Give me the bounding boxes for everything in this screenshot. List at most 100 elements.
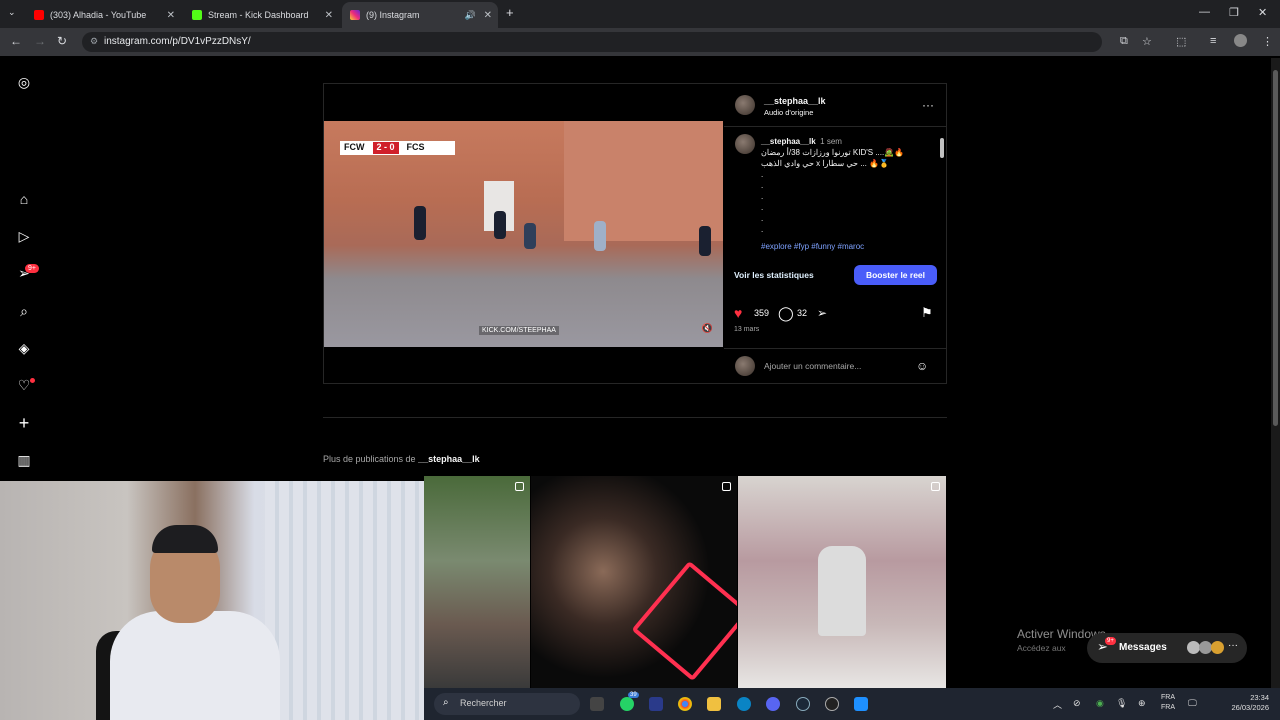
curtain-shape — [265, 481, 424, 720]
comments-count: 32 — [797, 308, 808, 318]
instagram-icon — [350, 10, 360, 20]
video-player[interactable]: FCW 2 - 0 FCS KICK.COM/STEEPHAA 🔇 — [324, 121, 723, 347]
reels-icon[interactable]: ▷ — [16, 228, 32, 244]
likes-count[interactable]: 359 — [754, 308, 769, 318]
steam-icon[interactable] — [796, 697, 810, 711]
bookmark-star-icon[interactable]: ☆ — [1142, 35, 1152, 48]
youtube-icon — [34, 10, 44, 20]
profile-avatar[interactable] — [1234, 34, 1247, 47]
caption-scrollbar[interactable] — [939, 128, 945, 254]
save-bookmark-icon[interactable]: ⚑ — [921, 305, 933, 321]
boost-reel-button[interactable]: Booster le reel — [854, 265, 937, 285]
whatsapp-badge: 39 — [628, 692, 639, 698]
kick-icon — [192, 10, 202, 20]
volume-icon[interactable]: 🔇 — [702, 323, 713, 334]
microphone-icon[interactable]: 🎙 — [1116, 698, 1127, 709]
edge-icon[interactable] — [737, 697, 751, 711]
tray-chevron-icon[interactable]: ︿ — [1053, 698, 1062, 711]
share-icon[interactable]: ➢ — [817, 306, 827, 320]
post-date: 13 mars — [734, 326, 760, 333]
browser-tab-bar: ⌄ (303) Alhadia - YouTube ✕ Stream - Kic… — [0, 0, 1280, 28]
messages-label: Messages — [1119, 642, 1167, 653]
home-icon[interactable]: ⌂ — [16, 191, 32, 207]
chrome-icon[interactable] — [678, 697, 692, 711]
site-info-icon[interactable]: ⚙ — [90, 36, 98, 47]
tab-title: (9) Instagram — [366, 10, 420, 20]
author-username[interactable]: __stephaa__lk — [764, 96, 826, 106]
player-figure — [524, 223, 536, 249]
cap-shape — [152, 525, 218, 553]
hoodie-shape — [110, 611, 280, 720]
tab-youtube[interactable]: (303) Alhadia - YouTube ✕ — [26, 2, 181, 28]
network-icon[interactable]: ⊕ — [1138, 698, 1146, 709]
minimize-icon[interactable]: — — [1199, 6, 1210, 18]
tab-kick[interactable]: Stream - Kick Dashboard ✕ — [184, 2, 339, 28]
search-icon[interactable]: ⌕ — [16, 303, 32, 319]
window-close-icon[interactable]: ✕ — [1258, 6, 1267, 19]
view-stats-link[interactable]: Voir les statistiques — [734, 270, 814, 280]
messages-button[interactable]: ➢ 9+ Messages ··· — [1087, 633, 1247, 663]
new-tab-button[interactable]: + — [506, 5, 514, 20]
close-icon[interactable]: ✕ — [484, 10, 492, 21]
hashtags[interactable]: #explore #fyp #funny #maroc — [761, 242, 864, 251]
post-media: FCW 2 - 0 FCS KICK.COM/STEEPHAA 🔇 — [324, 84, 723, 383]
emoji-icon[interactable]: ☺ — [916, 359, 928, 373]
task-view-icon[interactable] — [590, 697, 604, 711]
dashboard-icon[interactable]: ▥ — [16, 452, 32, 468]
author-avatar[interactable] — [735, 95, 755, 115]
close-icon[interactable]: ✕ — [167, 10, 175, 21]
back-icon[interactable]: ← — [10, 34, 22, 48]
tab-title: (303) Alhadia - YouTube — [50, 10, 147, 20]
grid-post[interactable] — [424, 476, 530, 688]
menu-icon[interactable]: ⋮ — [1262, 35, 1273, 48]
more-posts-username[interactable]: __stephaa__lk — [418, 454, 480, 464]
page-scrollbar[interactable] — [1271, 58, 1280, 688]
more-options-icon[interactable]: ··· — [922, 98, 934, 112]
tab-instagram[interactable]: (9) Instagram 🔊 ✕ — [342, 2, 498, 28]
maximize-icon[interactable]: ❐ — [1229, 6, 1239, 19]
speaker-icon[interactable]: 🔊 — [465, 10, 476, 21]
tray-shield-icon[interactable]: ◉ — [1096, 698, 1104, 709]
install-icon[interactable]: ⧉ — [1120, 35, 1128, 48]
app-icon[interactable] — [854, 697, 868, 711]
file-explorer-icon[interactable] — [707, 697, 721, 711]
post-modal: FCW 2 - 0 FCS KICK.COM/STEEPHAA 🔇 __step… — [323, 83, 947, 384]
comment-icon[interactable]: ◯ — [778, 305, 794, 322]
tray-app-icon[interactable]: ⊘ — [1073, 698, 1081, 709]
volume-tray-icon[interactable]: 🖵 — [1188, 698, 1197, 709]
whatsapp-icon[interactable] — [620, 697, 634, 711]
obs-icon[interactable] — [825, 697, 839, 711]
instagram-logo-icon[interactable]: ◎ — [16, 74, 32, 90]
caption-dot: . — [761, 225, 764, 234]
explore-icon[interactable]: ◈ — [16, 340, 32, 356]
extensions-icon[interactable]: ⬚ — [1176, 35, 1186, 48]
taskbar-search[interactable]: ⌕ Rechercher — [434, 693, 580, 715]
player-figure — [414, 206, 426, 240]
tab-search-icon[interactable]: ⌄ — [8, 7, 16, 18]
premiere-icon[interactable] — [649, 697, 663, 711]
caption-avatar[interactable] — [735, 134, 755, 154]
notifications-badge: 9+ — [25, 264, 39, 273]
taskbar-clock[interactable]: 23:34 26/03/2026 — [1214, 693, 1269, 713]
discord-icon[interactable] — [766, 697, 780, 711]
close-icon[interactable]: ✕ — [325, 10, 333, 21]
url-field[interactable]: ⚙ instagram.com/p/DV1vPzzDNsY/ — [82, 32, 1102, 52]
url-text: instagram.com/p/DV1vPzzDNsY/ — [104, 36, 251, 47]
like-heart-icon[interactable]: ♥ — [734, 305, 742, 321]
lang-line: FRA — [1161, 694, 1175, 701]
reload-icon[interactable]: ↻ — [57, 34, 67, 48]
post-sidebar: __stephaa__lk Audio d'origine ··· __step… — [724, 84, 946, 383]
create-icon[interactable]: + — [16, 414, 32, 432]
caption-dot: . — [761, 203, 764, 212]
divider — [724, 126, 946, 127]
tab-title: Stream - Kick Dashboard — [208, 10, 309, 20]
caption-username[interactable]: __stephaa__lk — [761, 137, 816, 146]
lang-line: FRA — [1161, 704, 1175, 711]
reading-list-icon[interactable]: ≡ — [1210, 35, 1216, 47]
grid-post[interactable] — [738, 476, 946, 688]
grid-post[interactable] — [531, 476, 737, 688]
language-indicator[interactable]: FRA FRA — [1161, 693, 1175, 713]
comment-input[interactable]: Ajouter un commentaire... — [764, 361, 861, 371]
audio-link[interactable]: Audio d'origine — [764, 108, 813, 117]
forward-icon[interactable]: → — [34, 34, 46, 48]
